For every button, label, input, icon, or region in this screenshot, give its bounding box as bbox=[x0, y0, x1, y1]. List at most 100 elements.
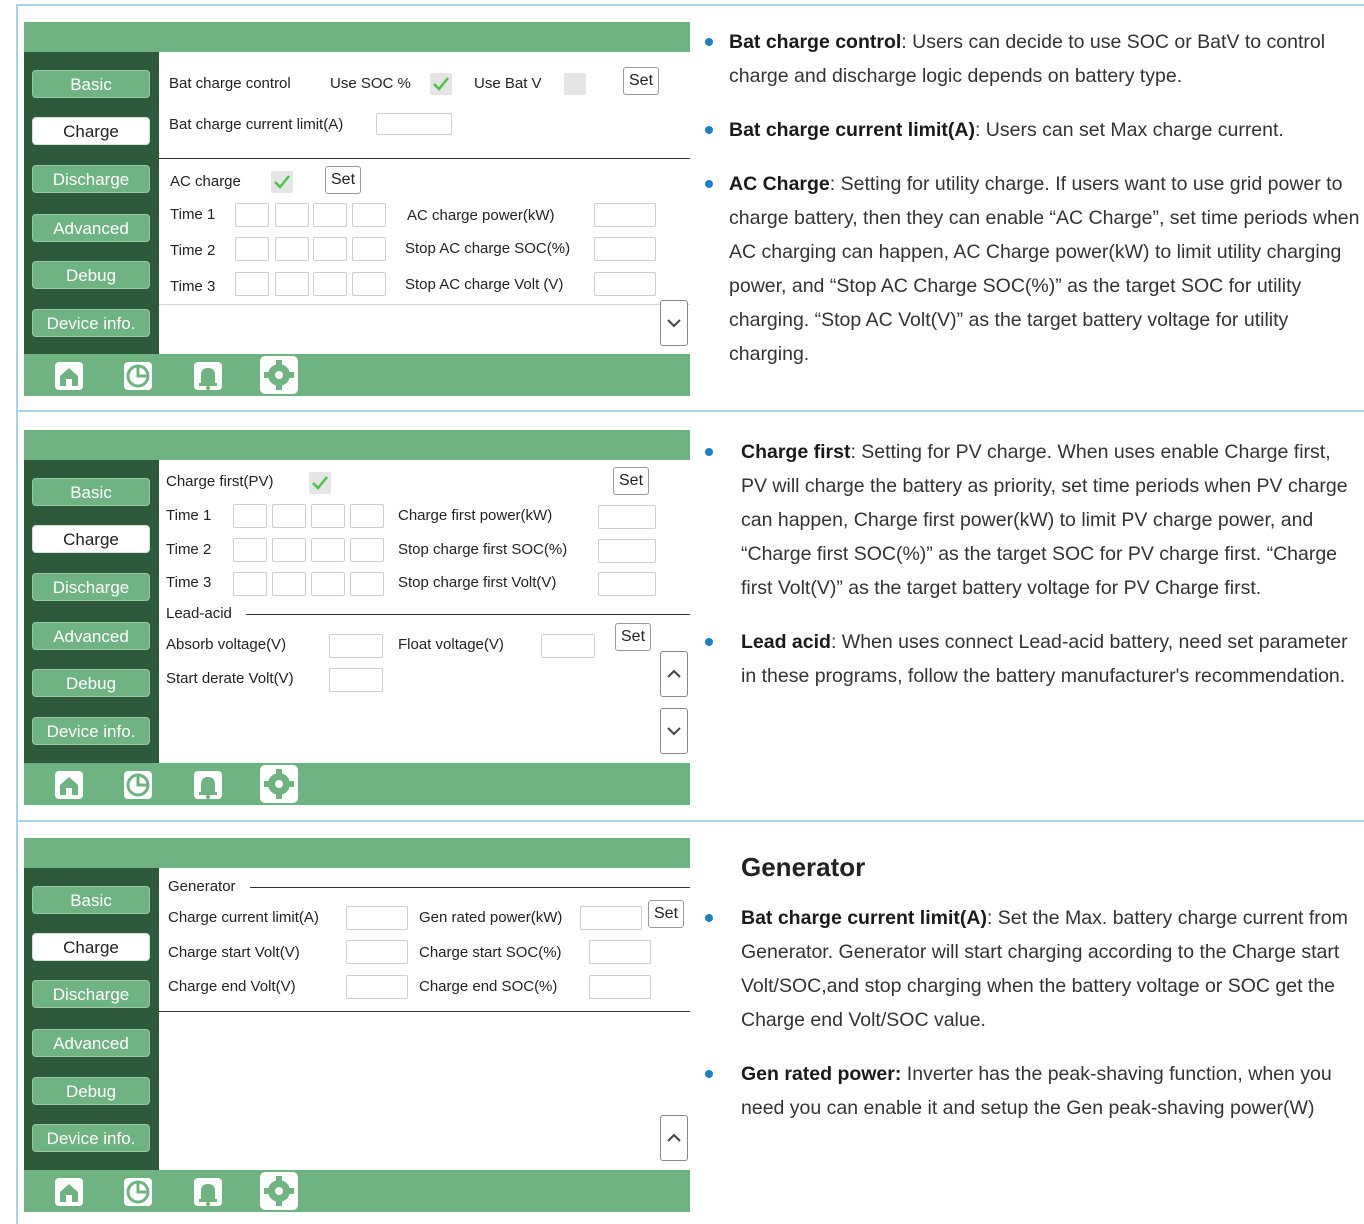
time1-end-min[interactable] bbox=[350, 504, 384, 528]
float-voltage-input[interactable] bbox=[541, 634, 595, 658]
time3-end-hour[interactable] bbox=[313, 272, 347, 296]
chart-icon[interactable] bbox=[121, 359, 155, 393]
bell-icon[interactable] bbox=[191, 1175, 225, 1209]
chart-icon[interactable] bbox=[121, 1175, 155, 1209]
nav-debug[interactable]: Debug bbox=[32, 1077, 150, 1105]
charge-start-soc-input[interactable] bbox=[589, 940, 651, 964]
stop-charge-first-soc-input[interactable] bbox=[598, 539, 656, 563]
nav-advanced[interactable]: Advanced bbox=[32, 1029, 150, 1057]
float-voltage-label: Float voltage(V) bbox=[398, 636, 504, 653]
use-soc-checkbox[interactable] bbox=[430, 73, 452, 95]
time3-start-hour[interactable] bbox=[233, 572, 267, 596]
time1-label: Time 1 bbox=[170, 206, 216, 223]
time3-start-hour[interactable] bbox=[235, 272, 269, 296]
charge-end-soc-label: Charge end SOC(%) bbox=[419, 978, 558, 995]
time3-end-min[interactable] bbox=[350, 572, 384, 596]
desc-term: Lead acid bbox=[741, 631, 831, 653]
time2-start-min[interactable] bbox=[272, 538, 306, 562]
chart-icon[interactable] bbox=[121, 768, 155, 802]
settings-icon[interactable] bbox=[259, 764, 299, 804]
time2-start-hour[interactable] bbox=[233, 538, 267, 562]
home-icon[interactable] bbox=[52, 1175, 86, 1209]
top-bar bbox=[24, 838, 690, 868]
time2-end-min[interactable] bbox=[352, 237, 386, 261]
nav-charge[interactable]: Charge bbox=[32, 525, 150, 553]
time1-start-hour[interactable] bbox=[235, 203, 269, 227]
home-icon[interactable] bbox=[52, 768, 86, 802]
stop-ac-charge-soc-input[interactable] bbox=[594, 237, 656, 261]
gen-rated-power-input[interactable] bbox=[580, 906, 642, 930]
charge-screen-panel-2: Basic Charge Discharge Advanced Debug De… bbox=[24, 430, 690, 805]
time3-end-min[interactable] bbox=[352, 272, 386, 296]
time1-start-min[interactable] bbox=[272, 504, 306, 528]
nav-discharge[interactable]: Discharge bbox=[32, 165, 150, 193]
nav-debug[interactable]: Debug bbox=[32, 261, 150, 289]
scroll-down-button[interactable] bbox=[660, 300, 688, 346]
bat-charge-current-limit-input[interactable] bbox=[376, 113, 452, 135]
nav-advanced[interactable]: Advanced bbox=[32, 622, 150, 650]
generator-set-button[interactable]: Set bbox=[648, 900, 685, 928]
charge-first-power-input[interactable] bbox=[598, 505, 656, 529]
charge-end-volt-input[interactable] bbox=[346, 975, 408, 999]
scroll-down-button[interactable] bbox=[660, 708, 688, 754]
scroll-up-button[interactable] bbox=[660, 651, 688, 697]
generator-divider bbox=[250, 887, 690, 888]
nav-basic[interactable]: Basic bbox=[32, 886, 150, 914]
bell-icon[interactable] bbox=[191, 768, 225, 802]
charge-end-soc-input[interactable] bbox=[589, 975, 651, 999]
start-derate-volt-label: Start derate Volt(V) bbox=[166, 670, 294, 687]
nav-device-info[interactable]: Device info. bbox=[32, 309, 150, 337]
time2-start-min[interactable] bbox=[275, 237, 309, 261]
time1-end-hour[interactable] bbox=[313, 203, 347, 227]
desc-text: : Setting for utility charge. If users w… bbox=[729, 173, 1360, 365]
nav-charge[interactable]: Charge bbox=[32, 933, 150, 961]
nav-basic[interactable]: Basic bbox=[32, 70, 150, 98]
charge-start-volt-input[interactable] bbox=[346, 940, 408, 964]
ac-charge-set-button[interactable]: Set bbox=[325, 166, 362, 194]
settings-icon[interactable] bbox=[259, 1171, 299, 1211]
bullet-icon bbox=[705, 180, 713, 188]
time2-end-min[interactable] bbox=[350, 538, 384, 562]
nav-discharge[interactable]: Discharge bbox=[32, 573, 150, 601]
nav-advanced[interactable]: Advanced bbox=[32, 214, 150, 242]
settings-icon[interactable] bbox=[259, 355, 299, 395]
nav-basic[interactable]: Basic bbox=[32, 478, 150, 506]
start-derate-volt-input[interactable] bbox=[329, 668, 383, 692]
time3-start-min[interactable] bbox=[272, 572, 306, 596]
time1-start-min[interactable] bbox=[275, 203, 309, 227]
nav-device-info[interactable]: Device info. bbox=[32, 1124, 150, 1152]
time2-start-hour[interactable] bbox=[235, 237, 269, 261]
time1-end-min[interactable] bbox=[352, 203, 386, 227]
nav-charge[interactable]: Charge bbox=[32, 117, 150, 145]
stop-ac-charge-volt-input[interactable] bbox=[594, 272, 656, 296]
charge-first-pv-label: Charge first(PV) bbox=[166, 473, 274, 490]
scroll-up-button[interactable] bbox=[660, 1115, 688, 1161]
ac-charge-checkbox[interactable] bbox=[271, 171, 293, 193]
bell-icon[interactable] bbox=[191, 359, 225, 393]
nav-debug[interactable]: Debug bbox=[32, 669, 150, 697]
time3-start-min[interactable] bbox=[275, 272, 309, 296]
time1-end-hour[interactable] bbox=[311, 504, 345, 528]
charge-first-set-button[interactable]: Set bbox=[613, 467, 650, 495]
absorb-voltage-input[interactable] bbox=[329, 634, 383, 658]
time1-start-hour[interactable] bbox=[233, 504, 267, 528]
charge-screen-panel-1: Basic Charge Discharge Advanced Debug De… bbox=[24, 22, 690, 396]
time2-end-hour[interactable] bbox=[311, 538, 345, 562]
nav-device-info[interactable]: Device info. bbox=[32, 717, 150, 745]
time2-end-hour[interactable] bbox=[313, 237, 347, 261]
charge-current-limit-input[interactable] bbox=[346, 906, 408, 930]
stop-charge-first-volt-input[interactable] bbox=[598, 572, 656, 596]
lead-acid-set-button[interactable]: Set bbox=[615, 623, 652, 651]
charge-first-checkbox[interactable] bbox=[309, 472, 331, 494]
ac-charge-power-label: AC charge power(kW) bbox=[407, 207, 555, 224]
desc-text: : Setting for PV charge. When uses enabl… bbox=[741, 441, 1348, 599]
charge-start-volt-label: Charge start Volt(V) bbox=[168, 944, 300, 961]
generator-label: Generator bbox=[168, 878, 236, 895]
home-icon[interactable] bbox=[52, 359, 86, 393]
bottom-nav-bar bbox=[24, 1170, 690, 1212]
time3-end-hour[interactable] bbox=[311, 572, 345, 596]
nav-discharge[interactable]: Discharge bbox=[32, 980, 150, 1008]
ac-charge-power-input[interactable] bbox=[594, 203, 656, 227]
use-bat-v-checkbox[interactable] bbox=[564, 73, 586, 95]
set-button[interactable]: Set bbox=[623, 67, 660, 95]
